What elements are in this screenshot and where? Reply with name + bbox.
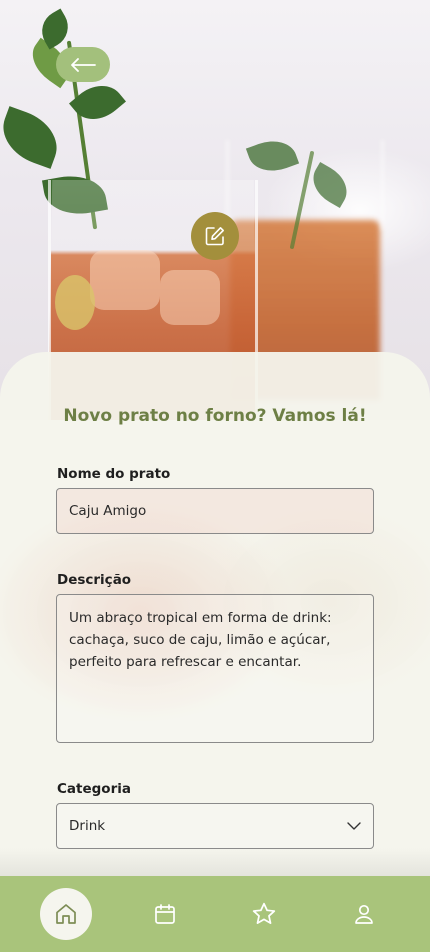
name-label: Nome do prato — [57, 466, 171, 482]
calendar-icon — [155, 904, 175, 924]
scroll-fade — [0, 848, 430, 878]
dish-name-value: Caju Amigo — [69, 503, 147, 519]
star-icon — [252, 902, 276, 924]
user-icon — [355, 904, 373, 924]
dish-name-input[interactable]: Caju Amigo — [56, 488, 374, 534]
bottom-navigation — [0, 876, 430, 952]
chevron-down-icon — [347, 822, 361, 830]
description-label: Descrição — [57, 572, 132, 588]
nav-profile[interactable] — [338, 888, 390, 940]
nav-home[interactable] — [40, 888, 92, 940]
form-title: Novo prato no forno? Vamos lá! — [63, 406, 367, 426]
arrow-left-icon — [71, 57, 96, 72]
mint-leaf — [0, 106, 66, 169]
nav-favorites[interactable] — [238, 888, 290, 940]
back-button[interactable] — [56, 47, 110, 82]
description-value: Um abraço tropical em forma de drink: ca… — [69, 610, 332, 670]
nav-calendar[interactable] — [139, 888, 191, 940]
category-label: Categoria — [57, 781, 131, 797]
edit-pencil-icon — [205, 227, 224, 246]
category-value: Drink — [69, 818, 106, 834]
home-icon — [56, 904, 76, 924]
edit-photo-button[interactable] — [191, 212, 239, 260]
dish-form-card: Novo prato no forno? Vamos lá! Nome do p… — [0, 352, 430, 892]
category-select[interactable]: Drink — [56, 803, 374, 849]
description-textarea[interactable]: Um abraço tropical em forma de drink: ca… — [56, 594, 374, 743]
